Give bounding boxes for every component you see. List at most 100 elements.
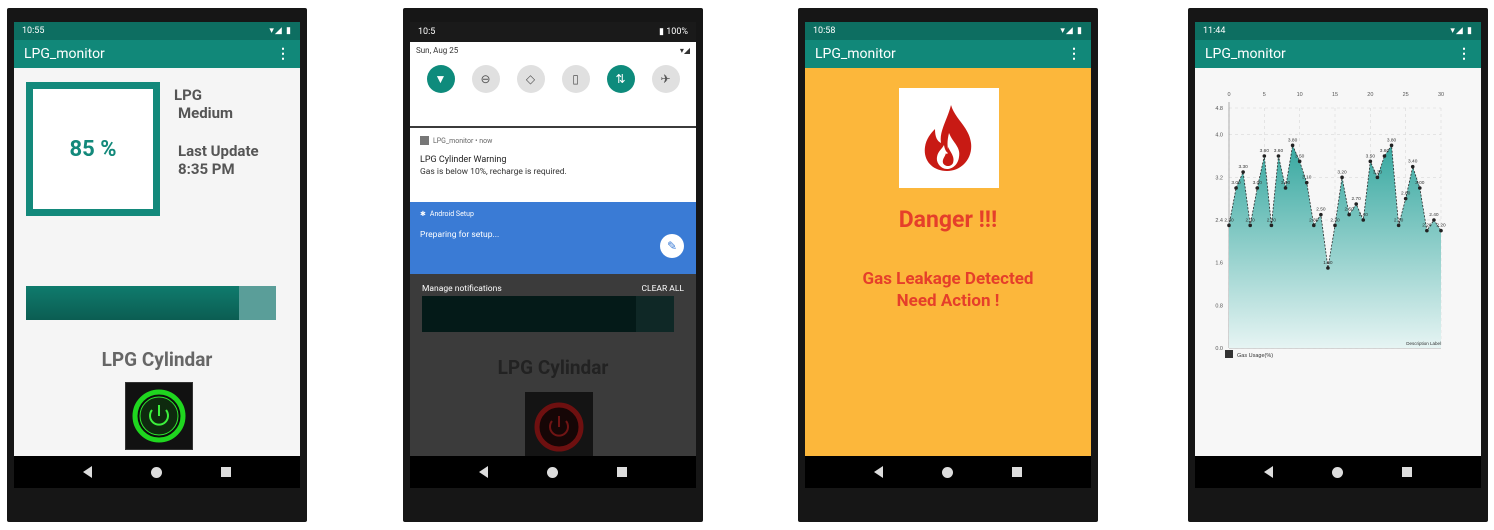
home-icon[interactable] [546,466,558,478]
data-label: 3.60 [1260,148,1270,154]
x-tick-label: 15 [1332,92,1338,98]
home-icon[interactable] [1331,466,1343,478]
back-icon[interactable] [874,466,884,478]
data-point [1439,228,1443,233]
data-point [1227,223,1231,228]
data-point [1382,154,1387,158]
recent-apps-icon[interactable] [220,467,231,477]
app-bar: LPG_monitor ⋮ [1195,40,1481,68]
data-point [1297,159,1302,164]
main-content: 85 % LPG Medium Last Update 8:35 PM LPG … [14,68,300,456]
wifi-tile-icon[interactable]: ▼ [426,65,455,93]
rotate-tile-icon[interactable]: ◇ [516,65,545,93]
power-button[interactable] [125,382,193,450]
data-point [1255,186,1260,190]
data-point [1312,223,1316,228]
y-tick-label: 0.0 [1215,346,1223,352]
airplane-tile-icon[interactable]: ✈ [651,65,680,93]
data-point [1304,180,1309,185]
data-tile-icon[interactable]: ⇅ [606,65,635,93]
back-icon[interactable] [479,466,489,478]
phone-danger-screen: 10:58 ▾◢ ▮ LPG_monitor ⋮ Danger !!! Gas … [798,8,1098,522]
data-label: 3.60 [1380,148,1390,154]
setup-text: Preparing for setup... [420,230,500,240]
data-point [1241,170,1245,174]
data-label: 3.00 [1415,180,1425,186]
danger-content: Danger !!! Gas Leakage Detected Need Act… [805,68,1091,456]
android-setup-notification[interactable]: ✱ Android Setup Preparing for setup... ✎ [410,202,696,274]
status-icons: ▾◢ ▮ [1060,26,1083,36]
gear-icon: ✱ [420,210,426,218]
data-label: 2.50 [1316,207,1326,213]
data-label: 2.20 [1436,223,1446,229]
data-point [1276,154,1281,158]
leak-line-1: Gas Leakage Detected [862,269,1034,289]
data-label: 2.40 [1429,212,1439,218]
y-tick-label: 2.4 [1215,218,1223,224]
clear-all-button[interactable]: CLEAR ALL [641,284,684,294]
gas-level-progress-bar [26,286,276,320]
data-point [1262,154,1267,158]
power-button-dimmed[interactable] [525,392,593,462]
status-time: 10:58 [813,26,836,36]
magic-wand-icon[interactable]: ✎ [660,234,684,258]
data-point [1425,228,1429,233]
chart-content: 0.0 0.8 1.6 2.4 3.2 4.0 4.8 0 5 10 15 20 25 30 2.30 3.0… [1195,68,1481,456]
data-label: 3.00 [1253,180,1263,186]
quick-tiles: ▼ ⊖ ◇ ▯ ⇅ ✈ [410,59,696,99]
battery-saver-tile-icon[interactable]: ▯ [561,65,590,93]
notification-body: Gas is below 10%, recharge is required. [420,167,567,177]
recent-apps-icon[interactable] [616,467,627,477]
notification-title: LPG Cylinder Warning [420,155,507,165]
overflow-menu-icon[interactable]: ⋮ [1067,46,1081,62]
data-point [1333,223,1337,228]
signal-icon: ▾◢ [679,46,690,55]
data-label: 3.00 [1281,180,1291,186]
data-point [1403,196,1408,201]
data-label: 3.60 [1274,148,1284,154]
date-row: Sun, Aug 25 ▾◢ [410,42,696,59]
back-icon[interactable] [1264,466,1274,478]
cylinder-label: LPG Cylindar [101,348,213,371]
data-point [1269,223,1274,228]
legend-label: Gas Usage(%) [1237,353,1273,358]
quick-settings-panel: 10:5 ▮ 100% Sun, Aug 25 ▾◢ ▼ ⊖ ◇ ▯ ⇅ ✈ [410,22,696,126]
setup-app-row: ✱ Android Setup [420,210,686,218]
danger-screen: 10:58 ▾◢ ▮ LPG_monitor ⋮ Danger !!! Gas … [805,22,1091,488]
phone-main-screen: 10:55 ▾◢ ▮ LPG_monitor ⋮ 85 % LPG Medium… [7,8,307,522]
y-tick-label: 3.2 [1215,175,1223,181]
status-bar: 11:44 ▾◢ ▮ [1195,22,1481,40]
home-icon[interactable] [150,466,162,478]
data-point [1234,186,1238,190]
back-icon[interactable] [83,466,93,478]
recent-apps-icon[interactable] [1401,467,1412,477]
leak-line-2: Need Action ! [896,291,1000,311]
data-label: 3.80 [1288,137,1298,143]
data-label: 3.40 [1408,159,1418,165]
status-icons: ▾◢ ▮ [1450,26,1473,36]
nav-bar [1195,456,1481,488]
home-icon[interactable] [941,466,953,478]
recent-apps-icon[interactable] [1011,467,1022,477]
data-label: 3.10 [1302,175,1312,181]
dnd-tile-icon[interactable]: ⊖ [471,65,500,93]
x-tick-label: 30 [1438,92,1444,98]
x-tick-label: 20 [1367,92,1373,98]
gas-usage-chart[interactable]: 0.0 0.8 1.6 2.4 3.2 4.0 4.8 0 5 10 15 20 25 30 2.30 3.0… [1195,68,1481,359]
app-title: LPG_monitor [24,46,105,62]
data-point [1432,218,1436,222]
description-label: Description Label [1406,341,1441,346]
app-bar: LPG_monitor ⋮ [805,40,1091,68]
overflow-menu-icon[interactable]: ⋮ [276,46,290,62]
data-label: 2.30 [1330,217,1340,223]
data-label: 2.70 [1352,196,1362,202]
app-bar: LPG_monitor ⋮ [14,40,300,68]
overflow-menu-icon[interactable]: ⋮ [1457,46,1471,62]
manage-notifications-link[interactable]: Manage notifications [422,284,502,294]
data-point [1283,186,1288,190]
legend-swatch [1225,350,1233,358]
data-label: 3.50 [1366,153,1376,159]
lpg-warning-notification[interactable]: LPG_monitor • now LPG Cylinder Warning G… [410,128,696,202]
status-bar: 10:5 ▮ 100% [410,22,696,42]
data-label: 2.80 [1401,191,1411,197]
